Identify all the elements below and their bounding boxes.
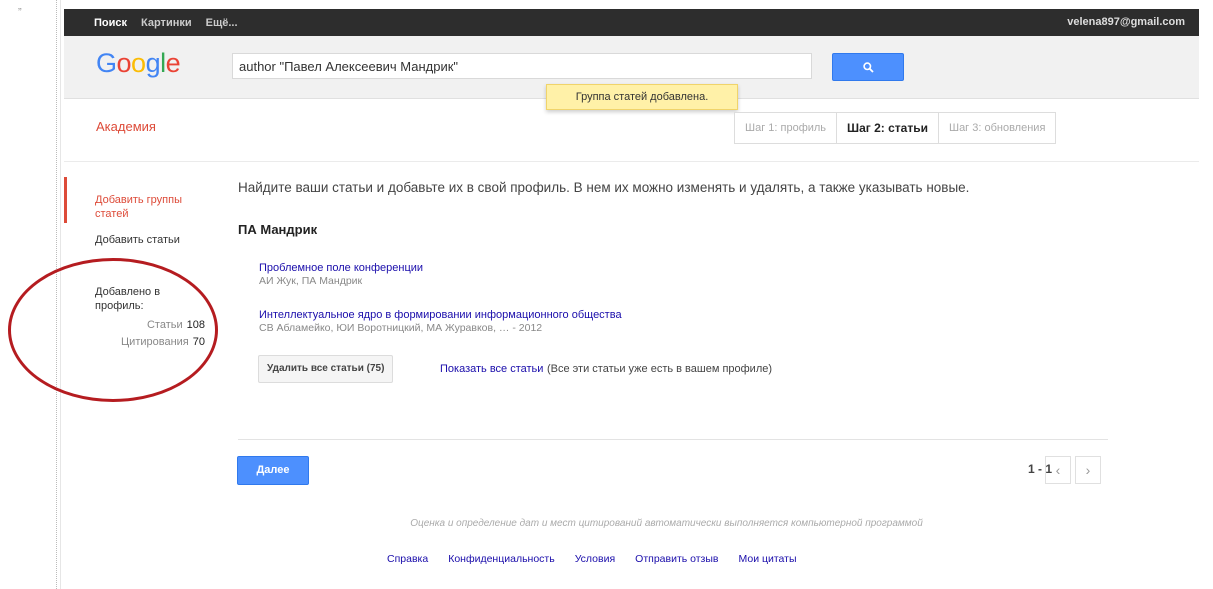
disclaimer-text: Оценка и определение дат и мест цитирова… xyxy=(410,518,923,529)
article-meta: АИ Жук, ПА Мандрик xyxy=(259,275,363,287)
sidebar-active-indicator xyxy=(64,177,67,223)
step-profile[interactable]: Шаг 1: профиль xyxy=(735,113,838,143)
prev-page-icon[interactable]: ‹ xyxy=(1045,456,1071,484)
sidebar-item-add-articles[interactable]: Добавить статьи xyxy=(95,234,180,246)
academy-title[interactable]: Академия xyxy=(96,119,156,134)
step-articles: Шаг 2: статьи xyxy=(837,113,939,143)
sidebar-item-add-groups[interactable]: Добавить группы статей xyxy=(95,193,205,221)
search-input[interactable]: author "Павел Алексеевич Мандрик" xyxy=(232,53,812,79)
article-item: Интеллектуальное ядро в формировании инф… xyxy=(259,309,622,334)
account-email[interactable]: velena897@gmail.com xyxy=(1067,9,1185,36)
divider xyxy=(238,439,1108,440)
annotation-ellipse xyxy=(8,258,218,402)
already-in-profile-note: (Все эти статьи уже есть в вашем профиле… xyxy=(547,363,773,375)
footer-feedback-link[interactable]: Отправить отзыв xyxy=(635,553,718,565)
corner-quote-mark: „ xyxy=(18,0,22,12)
wizard-steps: Шаг 1: профиль Шаг 2: статьи Шаг 3: обно… xyxy=(734,112,1057,144)
intro-text: Найдите ваши статьи и добавьте их в свой… xyxy=(238,180,970,195)
show-all-articles-link[interactable]: Показать все статьи xyxy=(440,363,543,375)
google-top-bar: Поиск Картинки Ещё... velena897@gmail.co… xyxy=(64,9,1199,36)
step-updates[interactable]: Шаг 3: обновления xyxy=(938,113,1056,143)
top-nav: Поиск Картинки Ещё... xyxy=(94,9,238,36)
article-title[interactable]: Интеллектуальное ядро в формировании инф… xyxy=(259,309,622,321)
footer-privacy-link[interactable]: Конфиденциальность xyxy=(448,553,555,565)
top-nav-more[interactable]: Ещё... xyxy=(206,17,238,29)
next-button[interactable]: Далее xyxy=(237,456,309,485)
next-page-icon[interactable]: › xyxy=(1075,456,1101,484)
author-group-title: ПА Мандрик xyxy=(238,222,318,237)
footer-my-citations-link[interactable]: Мои цитаты xyxy=(739,553,797,565)
footer-terms-link[interactable]: Условия xyxy=(575,553,615,565)
academy-bar: Академия Шаг 1: профиль Шаг 2: статьи Ша… xyxy=(64,99,1199,162)
disclaimer: Оценка и определение дат и мест цитирова… xyxy=(0,518,1213,529)
footer-links: Справка Конфиденциальность Условия Отпра… xyxy=(387,553,797,565)
article-title[interactable]: Проблемное поле конференции xyxy=(259,262,423,274)
google-logo[interactable]: Google xyxy=(96,48,181,79)
article-item: Проблемное поле конференции АИ Жук, ПА М… xyxy=(259,262,423,287)
top-nav-search[interactable]: Поиск xyxy=(94,17,127,29)
search-button[interactable] xyxy=(832,53,904,81)
magnifier-icon xyxy=(863,62,874,73)
delete-all-articles-button[interactable]: Удалить все статьи (75) xyxy=(258,355,394,383)
footer-help-link[interactable]: Справка xyxy=(387,553,428,565)
article-meta: СВ Абламейко, ЮИ Воротницкий, МА Журавко… xyxy=(259,322,543,334)
top-nav-images[interactable]: Картинки xyxy=(141,17,192,29)
